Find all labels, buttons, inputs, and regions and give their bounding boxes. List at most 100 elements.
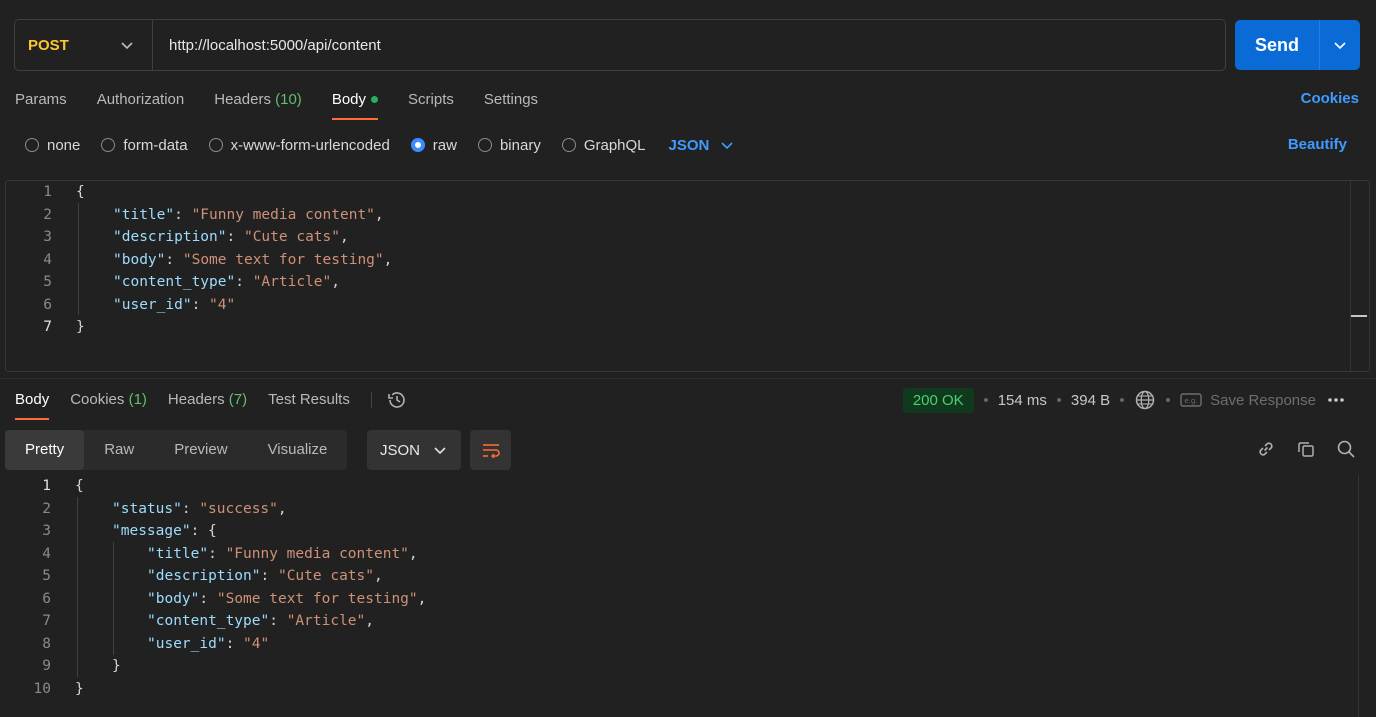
response-tab-test-results[interactable]: Test Results bbox=[268, 388, 350, 420]
send-options-button[interactable] bbox=[1320, 40, 1360, 50]
history-icon[interactable] bbox=[386, 389, 408, 411]
bullet-separator bbox=[1120, 398, 1125, 402]
json-brace: { bbox=[208, 523, 217, 539]
radio-graphql-label: GraphQL bbox=[583, 136, 646, 154]
search-icon[interactable] bbox=[1336, 439, 1356, 459]
url-bar: POST bbox=[14, 19, 1226, 71]
code-line: 10} bbox=[5, 678, 1356, 701]
radio-graphql[interactable]: GraphQL bbox=[561, 136, 646, 154]
tab-body[interactable]: Body bbox=[331, 88, 379, 120]
radio-none-label: none bbox=[47, 136, 81, 154]
code-line: 3 "description": "Cute cats", bbox=[6, 226, 1349, 249]
editor-scrollbar[interactable] bbox=[1350, 181, 1369, 371]
method-select[interactable]: POST bbox=[15, 20, 153, 70]
response-tab-body[interactable]: Body bbox=[15, 388, 50, 420]
code-line: 9} bbox=[5, 655, 1356, 678]
view-visualize[interactable]: Visualize bbox=[248, 430, 348, 470]
method-label: POST bbox=[28, 36, 69, 54]
json-value: "Cute cats" bbox=[277, 568, 374, 584]
json-sep: : bbox=[190, 523, 209, 539]
radio-form-data[interactable]: form-data bbox=[101, 137, 188, 154]
code-line: 6 "user_id": "4" bbox=[6, 294, 1349, 317]
response-scrollbar[interactable] bbox=[1358, 475, 1370, 717]
link-icon[interactable] bbox=[1256, 439, 1276, 459]
request-tabs: Params Authorization Headers (10) Body S… bbox=[15, 88, 568, 120]
radio-circle bbox=[101, 138, 116, 152]
response-tab-headers[interactable]: Headers (7) bbox=[168, 388, 247, 420]
globe-icon[interactable] bbox=[1134, 389, 1156, 411]
code-line: 1{ bbox=[6, 181, 1349, 204]
radio-raw[interactable]: raw bbox=[410, 136, 457, 154]
json-key: "description" bbox=[147, 568, 261, 584]
json-key: "user_id" bbox=[147, 635, 226, 652]
code-text: "body": "Some text for testing", bbox=[113, 249, 392, 272]
bullet-separator bbox=[983, 398, 988, 402]
response-tools bbox=[1256, 439, 1356, 459]
json-comma: , bbox=[331, 274, 340, 290]
response-size[interactable]: 394 B bbox=[1071, 392, 1110, 409]
response-tab-cookies-label: Cookies bbox=[70, 391, 125, 408]
wrap-lines-button[interactable] bbox=[470, 430, 511, 470]
json-comma: , bbox=[365, 613, 374, 629]
json-sep: : bbox=[235, 274, 253, 290]
view-preview[interactable]: Preview bbox=[154, 430, 247, 470]
json-key: "body" bbox=[147, 590, 200, 607]
code-text: "content_type": "Article", bbox=[113, 271, 340, 294]
radio-urlencoded-label: x-www-form-urlencoded bbox=[230, 136, 390, 154]
json-value: "Article" bbox=[252, 274, 332, 290]
radio-urlencoded[interactable]: x-www-form-urlencoded bbox=[208, 136, 390, 154]
tab-authorization[interactable]: Authorization bbox=[97, 88, 185, 120]
line-number: 7 bbox=[43, 319, 52, 335]
line-number: 5 bbox=[43, 274, 52, 290]
radio-none[interactable]: none bbox=[25, 137, 80, 154]
tab-scripts[interactable]: Scripts bbox=[408, 88, 454, 120]
response-tab-cookies[interactable]: Cookies (1) bbox=[70, 388, 147, 420]
radio-circle bbox=[25, 138, 39, 152]
json-comma: , bbox=[340, 229, 349, 245]
cookies-link[interactable]: Cookies bbox=[1301, 90, 1359, 107]
code-text: "content_type": "Article", bbox=[147, 610, 374, 633]
json-value: "Funny media content" bbox=[225, 545, 409, 562]
response-time[interactable]: 154 ms bbox=[998, 392, 1047, 409]
tab-headers[interactable]: Headers (10) bbox=[214, 88, 302, 120]
radio-raw-label: raw bbox=[432, 136, 457, 154]
code-line: 4 "body": "Some text for testing", bbox=[6, 249, 1349, 272]
beautify-button[interactable]: Beautify bbox=[1288, 136, 1347, 153]
tab-params[interactable]: Params bbox=[15, 88, 67, 120]
headers-count: (10) bbox=[275, 91, 302, 108]
example-icon: e.g. bbox=[1180, 393, 1202, 407]
line-number: 10 bbox=[33, 680, 51, 697]
json-sep: : bbox=[208, 545, 226, 562]
line-number: 9 bbox=[42, 658, 51, 674]
pane-divider[interactable] bbox=[0, 378, 1376, 379]
send-button[interactable]: Send bbox=[1235, 35, 1319, 56]
radio-binary[interactable]: binary bbox=[477, 137, 541, 154]
code-line: 2 "status": "success", bbox=[5, 498, 1356, 521]
tab-params-label: Params bbox=[15, 91, 67, 108]
url-input[interactable] bbox=[153, 20, 1153, 70]
body-language-select[interactable]: JSON bbox=[669, 137, 734, 154]
chevron-down-icon bbox=[1334, 42, 1346, 50]
code-text: } bbox=[76, 319, 85, 335]
tab-settings[interactable]: Settings bbox=[484, 88, 538, 120]
request-body-editor[interactable]: 1{ 2 "title": "Funny media content", 3 "de… bbox=[5, 180, 1370, 372]
json-key: "message" bbox=[112, 523, 191, 539]
view-raw[interactable]: Raw bbox=[84, 430, 154, 470]
copy-icon[interactable] bbox=[1296, 439, 1316, 459]
json-sep: : bbox=[181, 500, 200, 517]
response-format-select[interactable]: JSON bbox=[367, 430, 461, 470]
view-pretty[interactable]: Pretty bbox=[5, 430, 85, 470]
line-number: 4 bbox=[43, 251, 52, 268]
json-value: "Some text for testing" bbox=[182, 251, 384, 268]
code-line: 7} bbox=[6, 316, 1349, 339]
line-number: 1 bbox=[42, 478, 51, 494]
more-options-icon[interactable] bbox=[1326, 397, 1346, 403]
line-number: 6 bbox=[42, 590, 51, 607]
response-body-viewer[interactable]: 1{ 2 "status": "success", 3 "message": { 4… bbox=[5, 475, 1370, 717]
save-response-button[interactable]: e.g. Save Response bbox=[1180, 392, 1316, 409]
tab-scripts-label: Scripts bbox=[408, 91, 454, 108]
line-number: 3 bbox=[43, 229, 52, 245]
json-sep: : bbox=[199, 590, 217, 607]
code-text: "title": "Funny media content", bbox=[113, 204, 384, 227]
status-badge[interactable]: 200 OK bbox=[902, 387, 974, 413]
